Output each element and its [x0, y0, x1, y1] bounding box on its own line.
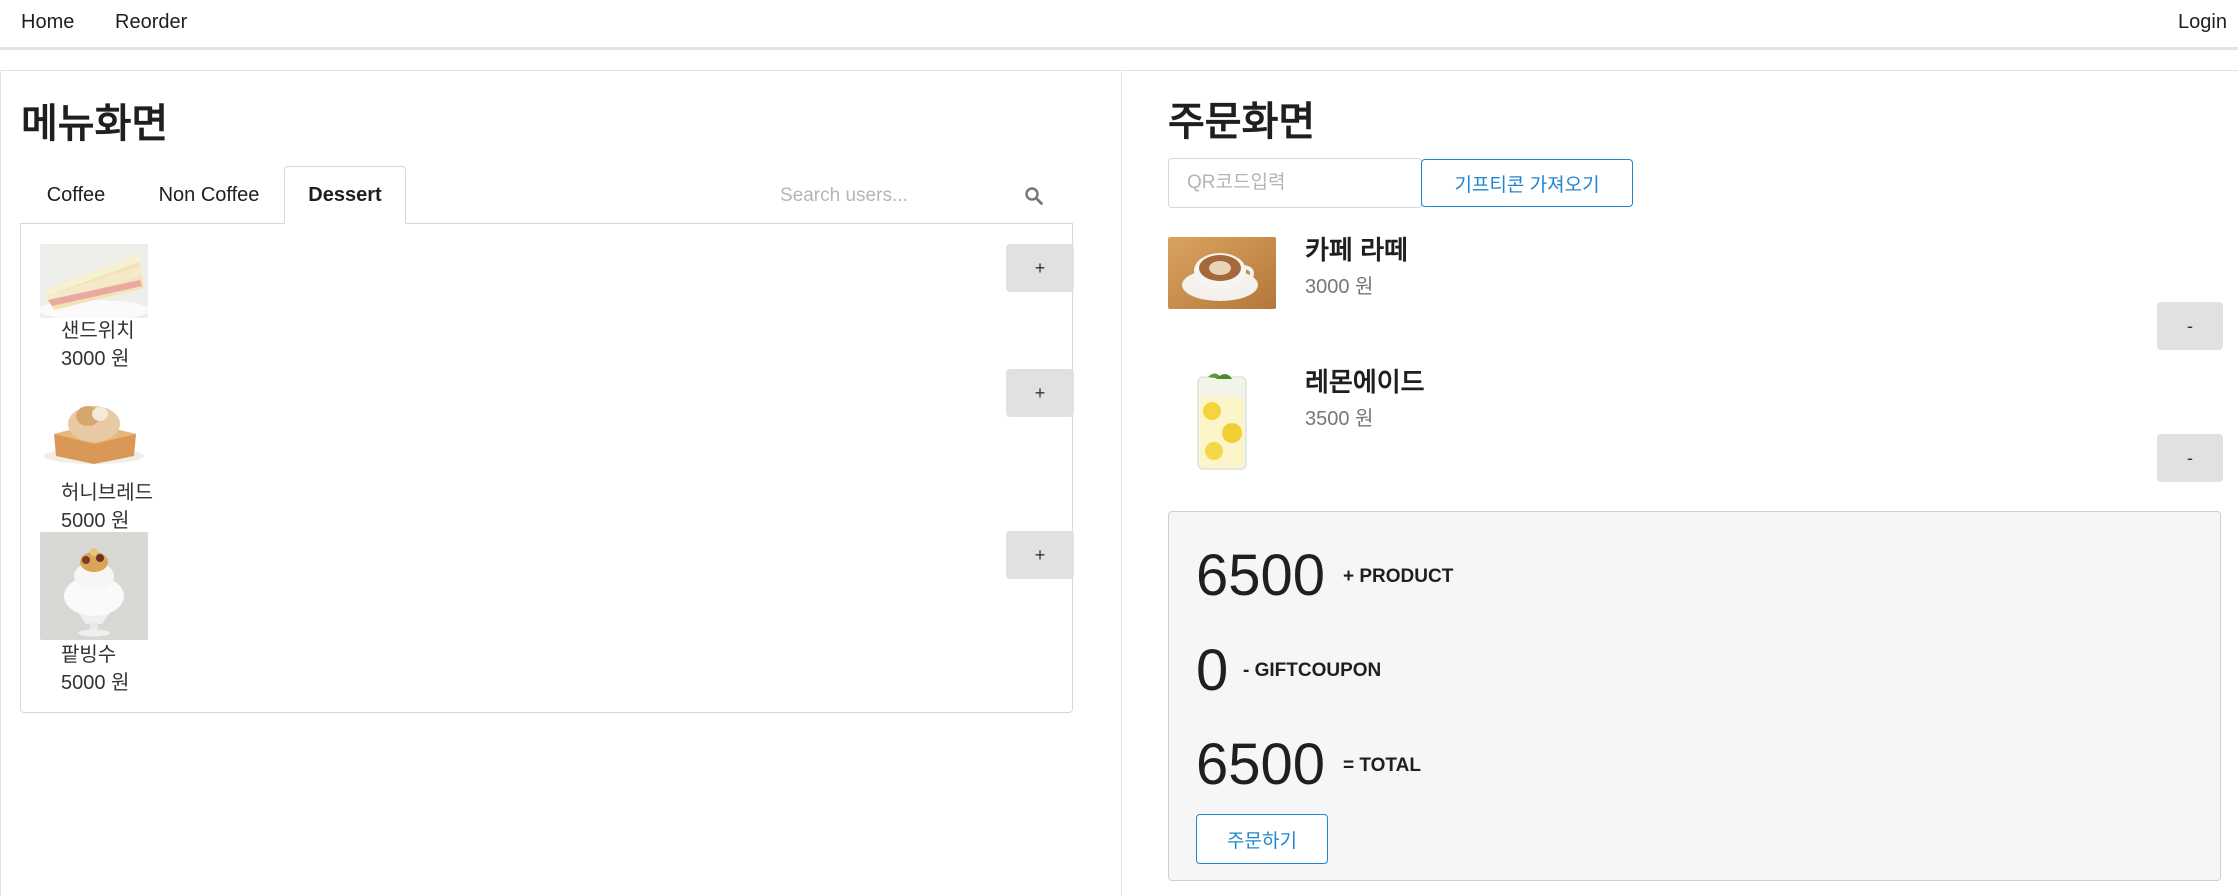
nav-login-link[interactable]: Login — [2178, 11, 2238, 34]
add-item-button[interactable]: + — [1006, 369, 1074, 417]
place-order-button[interactable]: 주문하기 — [1196, 814, 1328, 864]
grand-total: 6500 — [1196, 732, 1326, 797]
menu-item-price: 5000 원 — [61, 672, 130, 694]
nav-reorder-link[interactable]: Reorder — [115, 11, 187, 34]
tab-non-coffee[interactable]: Non Coffee — [140, 166, 278, 224]
qr-code-input[interactable] — [1168, 158, 1422, 208]
nav-home-link[interactable]: Home — [21, 11, 74, 34]
load-gifticon-button[interactable]: 기프티콘 가져오기 — [1421, 159, 1633, 207]
add-item-button[interactable]: + — [1006, 244, 1074, 292]
total-label: = TOTAL — [1343, 755, 1421, 776]
order-item-price: 3000 원 — [1305, 276, 1374, 298]
tab-coffee[interactable]: Coffee — [21, 166, 131, 224]
order-item-price: 3500 원 — [1305, 408, 1374, 430]
menu-item-name: 팥빙수 — [61, 644, 117, 666]
menu-item-name: 샌드위치 — [61, 320, 135, 342]
menu-list: 샌드위치 3000 원 + 허니브레드 5000 원 + 팥빙수 5000 원 … — [20, 223, 1074, 713]
search-icon[interactable] — [1024, 186, 1044, 206]
patbingsu-image — [40, 532, 148, 640]
cafe-latte-image — [1168, 237, 1276, 309]
product-total: 6500 — [1196, 543, 1326, 608]
gift-coupon-label: - GIFTCOUPON — [1243, 660, 1382, 681]
tab-dessert[interactable]: Dessert — [284, 166, 406, 224]
remove-item-button[interactable]: - — [2157, 302, 2223, 350]
remove-item-button[interactable]: - — [2157, 434, 2223, 482]
order-summary: 6500 + PRODUCT 0 - GIFTCOUPON 6500 = TOT… — [1168, 511, 2221, 881]
sandwich-image — [40, 244, 148, 318]
order-item-name: 레몬에이드 — [1305, 367, 1425, 397]
order-panel-border — [1122, 70, 2238, 71]
menu-item-price: 3000 원 — [61, 348, 130, 370]
order-title: 주문화면 — [1168, 100, 1316, 144]
top-nav: Home Reorder Login — [0, 0, 2238, 50]
product-label: + PRODUCT — [1343, 566, 1454, 587]
gift-coupon-total: 0 — [1196, 638, 1229, 703]
panel-divider — [1121, 70, 1122, 896]
menu-item-price: 5000 원 — [61, 510, 130, 532]
lemonade-image — [1168, 367, 1276, 475]
search-input[interactable] — [780, 180, 1010, 212]
order-item-name: 카페 라떼 — [1305, 235, 1408, 265]
menu-item-name: 허니브레드 — [61, 482, 153, 504]
menu-title: 메뉴화면 — [21, 102, 169, 146]
add-item-button[interactable]: + — [1006, 531, 1074, 579]
honey-bread-image — [40, 394, 148, 468]
